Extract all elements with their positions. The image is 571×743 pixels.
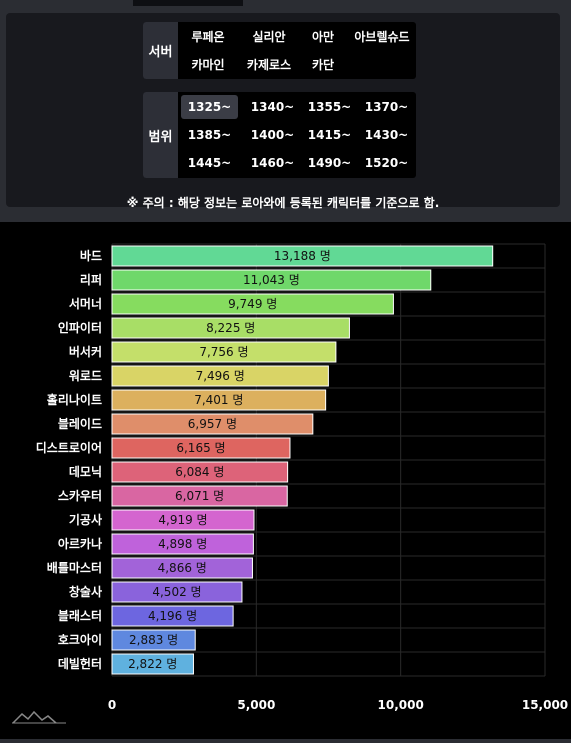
- mountain-logo-icon: [12, 710, 66, 724]
- range-filter-label: 범위: [143, 92, 178, 178]
- bar-value-label: 2,883 명: [129, 633, 178, 647]
- bar-value-label: 7,756 명: [199, 345, 248, 359]
- notice-text: ※ 주의 : 해당 정보는 로아와에 등록된 캐릭터를 기준으로 함.: [126, 196, 440, 210]
- category-label: 서머너: [69, 296, 102, 311]
- category-label: 블레이드: [58, 416, 102, 431]
- server-option[interactable]: 루페온: [183, 24, 233, 48]
- server-option[interactable]: 카제로스: [241, 52, 297, 76]
- category-label: 데빌헌터: [58, 656, 102, 671]
- range-option[interactable]: 1460~: [244, 151, 301, 175]
- range-option-selected[interactable]: 1325~: [181, 95, 238, 119]
- category-label: 리퍼: [80, 272, 102, 287]
- bar-value-label: 11,043 명: [243, 273, 300, 287]
- category-label: 디스트로이어: [36, 440, 102, 455]
- bar-value-label: 13,188 명: [274, 249, 331, 263]
- category-label: 버서커: [69, 344, 102, 359]
- category-label: 홀리나이트: [47, 392, 102, 407]
- bar-value-label: 4,866 명: [158, 561, 207, 575]
- category-label: 스카우터: [58, 488, 102, 503]
- range-filter: 범위 1325~ 1340~ 1355~ 1370~ 1385~ 1400~ 1…: [143, 92, 416, 178]
- range-option[interactable]: 1490~: [301, 151, 358, 175]
- server-filter-label: 서버: [143, 22, 178, 79]
- x-tick-label: 15,000: [522, 698, 568, 712]
- bar-value-label: 6,071 명: [175, 489, 224, 503]
- range-option[interactable]: 1385~: [181, 123, 238, 147]
- range-option[interactable]: 1520~: [358, 151, 415, 175]
- x-tick-label: 0: [108, 698, 116, 712]
- bar-value-label: 8,225 명: [206, 321, 255, 335]
- category-label: 아르카나: [58, 536, 102, 551]
- bar-value-label: 4,898 명: [158, 537, 207, 551]
- server-option[interactable]: 카마인: [183, 52, 233, 76]
- bar-value-label: 4,919 명: [158, 513, 207, 527]
- chart-panel: 바드 13,188 명리퍼 11,043 명서머너 9,749 명인파이터 8,225 …: [0, 222, 571, 739]
- bar-value-label: 7,401 명: [194, 393, 243, 407]
- bar-value-label: 9,749 명: [228, 297, 277, 311]
- category-label: 데모닉: [69, 464, 102, 479]
- bar-value-label: 6,957 명: [188, 417, 237, 431]
- server-option[interactable]: 카단: [303, 52, 343, 76]
- filter-panel: 서버 루페온 실리안 아만 아브렐슈드 카마인 카제로스 카단 범위 1325~…: [6, 13, 560, 210]
- range-option[interactable]: 1415~: [301, 123, 358, 147]
- tab-indicator: [133, 0, 243, 6]
- category-label: 바드: [80, 248, 102, 263]
- range-option[interactable]: 1400~: [244, 123, 301, 147]
- bar-value-label: 6,165 명: [176, 441, 225, 455]
- bar-chart: 바드 13,188 명리퍼 11,043 명서머너 9,749 명인파이터 8,225 …: [36, 243, 568, 712]
- x-tick-label: 5,000: [237, 698, 275, 712]
- range-option[interactable]: 1355~: [301, 95, 358, 119]
- category-label: 기공사: [69, 512, 102, 527]
- bar-value-label: 4,196 명: [148, 609, 197, 623]
- server-option[interactable]: 실리안: [241, 24, 297, 48]
- server-option[interactable]: 아브렐슈드: [348, 24, 416, 48]
- category-label: 워로드: [69, 369, 102, 383]
- range-option[interactable]: 1340~: [244, 95, 301, 119]
- server-filter: 서버 루페온 실리안 아만 아브렐슈드 카마인 카제로스 카단: [143, 22, 416, 79]
- range-option[interactable]: 1445~: [181, 151, 238, 175]
- bar-value-label: 2,822 명: [128, 657, 177, 671]
- x-tick-label: 10,000: [378, 698, 424, 712]
- category-label: 인파이터: [58, 320, 102, 335]
- server-option[interactable]: 아만: [303, 24, 343, 48]
- range-option[interactable]: 1430~: [358, 123, 415, 147]
- category-label: 블래스터: [58, 608, 102, 623]
- range-option[interactable]: 1370~: [358, 95, 415, 119]
- category-label: 창술사: [69, 584, 102, 599]
- bar-value-label: 4,502 명: [152, 585, 201, 599]
- bar-value-label: 6,084 명: [175, 465, 224, 479]
- category-label: 호크아이: [58, 632, 102, 647]
- category-label: 배틀마스터: [47, 560, 102, 575]
- bar-value-label: 7,496 명: [196, 369, 245, 383]
